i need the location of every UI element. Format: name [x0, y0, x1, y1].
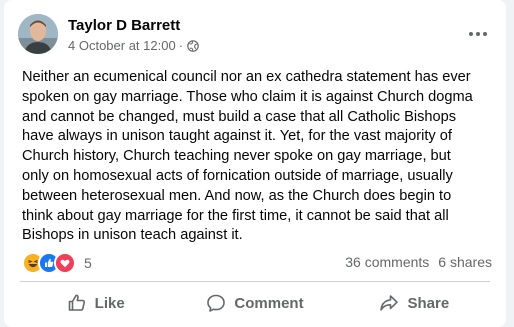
post-text-line: and cannot be changed, must build a case…	[22, 108, 457, 125]
engagement-counts: 36 comments 6 shares	[345, 254, 492, 270]
thumbs-up-icon	[68, 294, 85, 311]
post-stats: 5 36 comments 6 shares	[22, 251, 492, 275]
share-button[interactable]: Share	[335, 285, 494, 321]
like-label: Like	[94, 294, 125, 312]
post-text-line: spoken on gay marriage. Those who claim …	[22, 88, 473, 105]
post-card: Taylor D Barrett 4 October at 12:00 · Ne…	[4, 0, 506, 327]
avatar[interactable]	[18, 14, 58, 54]
reactions-summary[interactable]: 5	[22, 251, 92, 275]
comments-count-link[interactable]: 36 comments	[345, 254, 429, 270]
post-text-line: between heterosexual men. And now, as th…	[22, 187, 452, 204]
meta-separator: ·	[178, 38, 184, 53]
comment-label: Comment	[234, 294, 304, 312]
post-text-line: think about gay marriage for the first t…	[22, 207, 449, 224]
post-date[interactable]: 4 October at 12:00	[68, 38, 176, 53]
like-button[interactable]: Like	[16, 285, 175, 321]
share-icon	[380, 295, 399, 311]
post-meta: 4 October at 12:00 ·	[68, 38, 199, 53]
post-text-line: Neither an ecumenical council nor an ex …	[22, 69, 471, 85]
comment-button[interactable]: Comment	[175, 285, 334, 321]
more-options-icon	[469, 32, 487, 36]
post-text-line: Church history, Church teaching never sp…	[22, 148, 451, 165]
post-actions: Like Comment Share	[16, 285, 494, 321]
comment-icon	[207, 294, 226, 312]
post-text: Neither an ecumenical council nor an ex …	[22, 68, 496, 246]
love-icon	[54, 252, 76, 274]
actions-divider	[20, 281, 490, 282]
post-header: Taylor D Barrett 4 October at 12:00 ·	[18, 14, 492, 60]
more-options-button[interactable]	[464, 20, 492, 48]
post-text-line: only on homosexual acts of fornication o…	[22, 167, 453, 184]
author-name[interactable]: Taylor D Barrett	[68, 17, 180, 34]
globe-icon	[187, 39, 199, 52]
share-label: Share	[407, 294, 450, 312]
post-text-line: have always in unison taught against it.…	[22, 128, 452, 145]
post-text-line: Bishops in unison teach against it.	[22, 227, 243, 244]
reaction-count: 5	[84, 255, 92, 271]
shares-count-link[interactable]: 6 shares	[438, 254, 492, 270]
